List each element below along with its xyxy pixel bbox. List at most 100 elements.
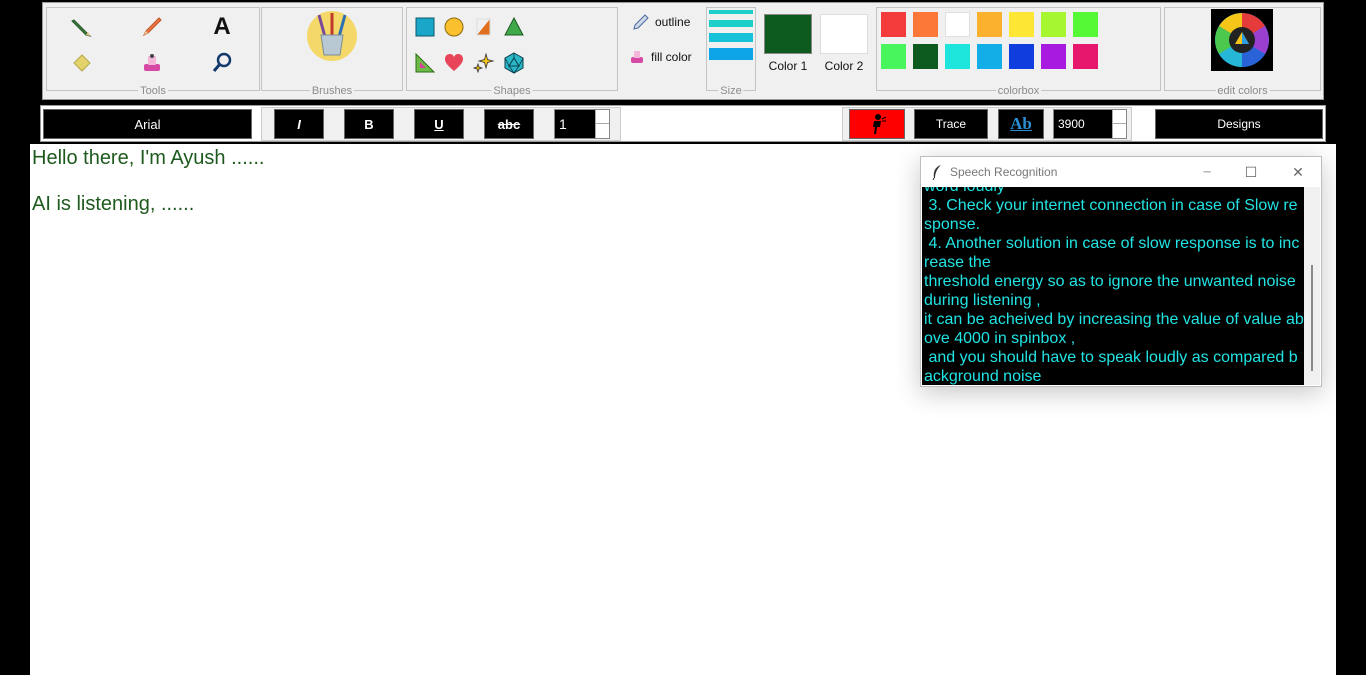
color2-swatch[interactable] bbox=[820, 14, 868, 54]
circle-icon bbox=[444, 17, 464, 37]
threshold-spin-arrows[interactable] bbox=[1112, 110, 1126, 138]
brushes-cup-icon bbox=[307, 11, 357, 61]
format-toolbar: Arial I B U abc 1 Trace Ab 3900 Designs bbox=[40, 105, 1326, 142]
font-size-spin-arrows[interactable] bbox=[595, 110, 609, 138]
polyhedron-icon bbox=[504, 52, 524, 74]
sparkles-shape[interactable] bbox=[471, 50, 497, 76]
right-triangle-icon bbox=[476, 18, 491, 36]
canvas-text-line-1: Hello there, I'm Ayush ...... bbox=[32, 147, 265, 169]
triangle-shape[interactable] bbox=[501, 14, 527, 40]
tools-group: A Tools bbox=[46, 7, 260, 97]
microphone-button[interactable] bbox=[849, 109, 905, 139]
bold-label: B bbox=[364, 116, 374, 132]
underline-button[interactable]: U bbox=[414, 109, 464, 139]
triangle-ruler-icon bbox=[415, 52, 436, 73]
fill-color-label: fill color bbox=[651, 50, 692, 64]
colorbox-swatch[interactable] bbox=[913, 12, 938, 37]
dialog-title: Speech Recognition bbox=[950, 165, 1058, 179]
italic-label: I bbox=[297, 116, 301, 132]
colorbox-swatch[interactable] bbox=[1073, 12, 1098, 37]
pen-tool[interactable] bbox=[139, 14, 165, 40]
close-button[interactable]: ✕ bbox=[1288, 163, 1308, 181]
colorbox-swatch[interactable] bbox=[977, 44, 1002, 69]
brushes-button[interactable] bbox=[305, 9, 359, 63]
circle-shape[interactable] bbox=[441, 14, 467, 40]
trace-button[interactable]: Trace bbox=[914, 109, 988, 139]
square-shape[interactable] bbox=[412, 14, 438, 40]
font-size-value: 1 bbox=[559, 116, 567, 132]
sparkles-icon bbox=[473, 52, 495, 74]
colorbox-swatch[interactable] bbox=[1073, 44, 1098, 69]
text-style-button[interactable]: Ab bbox=[998, 109, 1044, 139]
pencil-tool[interactable] bbox=[69, 14, 95, 40]
minimize-button[interactable]: ─ bbox=[1197, 163, 1217, 181]
tools-group-label: Tools bbox=[138, 85, 168, 97]
size-option-4[interactable] bbox=[709, 48, 753, 60]
colorbox-swatch[interactable] bbox=[977, 12, 1002, 37]
maximize-icon: ☐ bbox=[1244, 163, 1258, 180]
font-size-spinbox[interactable]: 1 bbox=[554, 109, 610, 139]
fill-color-icon bbox=[631, 51, 643, 63]
shapes-group: Shapes bbox=[406, 7, 618, 97]
polyhedron-shape[interactable] bbox=[501, 50, 527, 76]
color2-label: Color 2 bbox=[824, 59, 864, 73]
square-icon bbox=[415, 17, 435, 37]
size-option-1[interactable] bbox=[709, 10, 753, 14]
colorbox-swatch[interactable] bbox=[1041, 12, 1066, 37]
text-style-icon: Ab bbox=[1010, 114, 1032, 133]
heart-shape[interactable] bbox=[441, 50, 467, 76]
brushes-group: Brushes bbox=[261, 7, 403, 97]
recognition-output-text: word loudly 3. Check your internet conne… bbox=[924, 187, 1304, 385]
outline-fill-panel: outline fill color bbox=[621, 7, 705, 91]
recognition-output-area[interactable]: word loudly 3. Check your internet conne… bbox=[922, 187, 1304, 385]
strikethrough-button[interactable]: abc bbox=[484, 109, 534, 139]
brushes-group-label: Brushes bbox=[309, 85, 355, 97]
text-icon: A bbox=[213, 13, 231, 40]
color1-label: Color 1 bbox=[768, 59, 808, 73]
color1-swatch[interactable] bbox=[764, 14, 812, 54]
outline-label: outline bbox=[655, 15, 691, 29]
colorbox-swatch[interactable] bbox=[1009, 12, 1034, 37]
speech-recognition-window: Speech Recognition ─ ☐ ✕ word loudly 3. … bbox=[920, 156, 1322, 387]
triangle-ruler-shape[interactable] bbox=[412, 50, 438, 76]
eraser-tool[interactable] bbox=[69, 50, 95, 76]
canvas-text-line-2: AI is listening, ...... bbox=[32, 193, 195, 215]
colorbox-swatch[interactable] bbox=[881, 12, 906, 37]
dialog-titlebar[interactable]: Speech Recognition ─ ☐ ✕ bbox=[921, 157, 1321, 187]
heart-icon bbox=[445, 54, 463, 71]
designs-button[interactable]: Designs bbox=[1155, 109, 1323, 139]
edit-colors-group-label: edit colors bbox=[1215, 85, 1270, 97]
text-tool[interactable]: A bbox=[209, 13, 235, 40]
colorbox-swatch[interactable] bbox=[881, 44, 906, 69]
dialog-scrollbar[interactable] bbox=[1304, 187, 1320, 385]
magnifier-icon bbox=[212, 52, 232, 72]
colorbox-swatch[interactable] bbox=[945, 12, 970, 37]
edit-colors-button[interactable] bbox=[1211, 9, 1273, 71]
right-triangle-shape[interactable] bbox=[471, 14, 497, 40]
colorbox-swatch[interactable] bbox=[1041, 44, 1066, 69]
outline-button[interactable]: outline bbox=[633, 14, 690, 30]
colorbox-swatch[interactable] bbox=[913, 44, 938, 69]
threshold-spinbox[interactable]: 3900 bbox=[1053, 109, 1127, 139]
fill-color-button[interactable]: fill color bbox=[629, 49, 692, 65]
size-option-2[interactable] bbox=[709, 20, 753, 27]
color-wheel-icon bbox=[1215, 13, 1269, 67]
pen-icon bbox=[142, 17, 162, 37]
magnifier-tool[interactable] bbox=[209, 50, 235, 76]
feather-icon bbox=[932, 165, 941, 180]
primary-colors-panel: Color 1 Color 2 bbox=[759, 7, 873, 91]
bold-button[interactable]: B bbox=[344, 109, 394, 139]
colorbox-swatch[interactable] bbox=[945, 44, 970, 69]
font-selector[interactable]: Arial bbox=[43, 109, 252, 139]
fill-tool[interactable] bbox=[139, 50, 165, 76]
eraser-icon bbox=[73, 54, 91, 72]
italic-button[interactable]: I bbox=[274, 109, 324, 139]
maximize-button[interactable]: ☐ bbox=[1241, 163, 1261, 181]
underline-label: U bbox=[434, 116, 444, 132]
outline-pencil-icon bbox=[633, 14, 649, 30]
font-name: Arial bbox=[134, 116, 161, 132]
scrollbar-thumb[interactable] bbox=[1311, 265, 1313, 371]
colorbox-swatch[interactable] bbox=[1009, 44, 1034, 69]
minimize-icon: ─ bbox=[1203, 166, 1211, 178]
size-option-3[interactable] bbox=[709, 33, 753, 42]
